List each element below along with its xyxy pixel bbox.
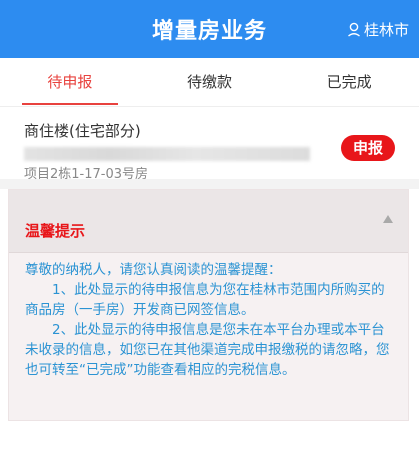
tips-item-2: 2、此处显示的待申报信息是您未在本平台办理或本平台未收录的信息，如您已在其他渠道… [25, 322, 390, 378]
city-name: 桂林市 [363, 21, 409, 39]
tips-title: 温馨提示 [25, 222, 86, 240]
status-tabs: 待申报 待缴款 已完成 [0, 58, 419, 107]
city-selector[interactable]: 桂林市 [347, 19, 409, 40]
section-divider [0, 179, 419, 189]
tips-greeting: 尊敬的纳税人，请您认真阅读的温馨提醒： [25, 262, 282, 278]
declare-button[interactable]: 申报 [341, 135, 395, 161]
tab-completed[interactable]: 已完成 [279, 58, 419, 106]
page-title: 增量房业务 [151, 19, 267, 44]
app-header: 增量房业务 桂林市 [0, 0, 419, 58]
tab-pending-declaration[interactable]: 待申报 [0, 58, 140, 106]
tips-content: 尊敬的纳税人，请您认真阅读的温馨提醒： 1、此处显示的待申报信息为您在桂林市范围… [25, 260, 397, 380]
redacted-address [24, 147, 310, 161]
tab-pending-payment[interactable]: 待缴款 [140, 58, 280, 106]
tips-item-1: 1、此处显示的待申报信息为您在桂林市范围内所购买的商品房（一手房）开发商已网签信… [25, 282, 385, 318]
tips-panel: 温馨提示 尊敬的纳税人，请您认真阅读的温馨提醒： 1、此处显示的待申报信息为您在… [8, 189, 409, 421]
location-pin-icon [348, 22, 360, 37]
property-record-card: 商住楼(住宅部分) 项目2栋1-17-03号房 申报 [0, 107, 419, 182]
house-type-label: 商住楼(住宅部分) [24, 122, 141, 140]
tips-header[interactable]: 温馨提示 [9, 190, 408, 253]
triangle-up-icon[interactable] [382, 214, 394, 224]
